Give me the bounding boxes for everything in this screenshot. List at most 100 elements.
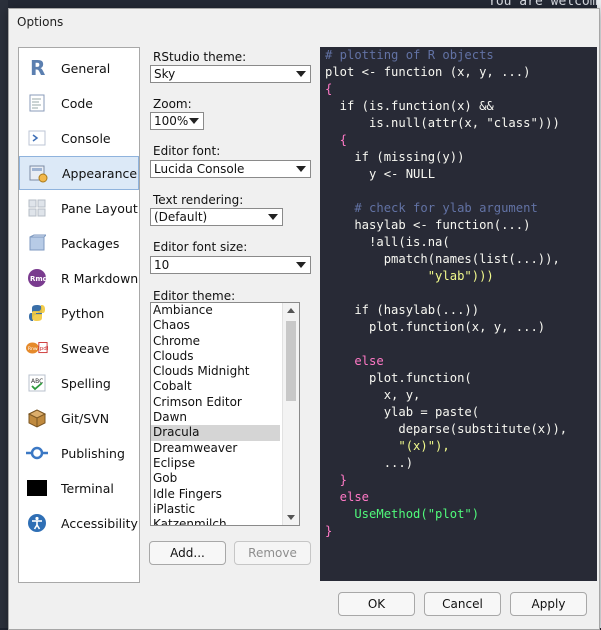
svg-text:R: R	[30, 58, 45, 78]
code-line: # plotting of R objects	[325, 48, 494, 62]
sidebar-item-spelling[interactable]: ABC Spelling	[19, 366, 139, 400]
chevron-down-icon	[296, 262, 306, 268]
cancel-button[interactable]: Cancel	[424, 592, 501, 616]
editor-font-label: Editor font:	[153, 144, 221, 158]
list-item[interactable]: Crimson Editor	[151, 395, 280, 410]
list-item[interactable]: Chaos	[151, 318, 280, 333]
remove-theme-button[interactable]: Remove	[234, 541, 311, 565]
svg-text:pdf: pdf	[40, 346, 48, 352]
sidebar-item-code[interactable]: Code	[19, 86, 139, 120]
r-logo-icon: R	[26, 57, 48, 79]
list-item[interactable]: Idle Fingers	[151, 487, 280, 502]
code-line: if (missing(y))	[325, 150, 465, 164]
list-item[interactable]: Ambiance	[151, 303, 280, 318]
code-line: UseMethod("plot")	[325, 507, 480, 521]
editor-theme-scrollbar[interactable]	[282, 303, 299, 525]
code-line: }	[325, 524, 333, 538]
list-item[interactable]: Dawn	[151, 410, 280, 425]
sidebar-item-label: Accessibility	[61, 515, 138, 531]
sidebar-item-python[interactable]: Python	[19, 296, 139, 330]
background-left-strip	[0, 0, 8, 628]
code-line: ...)	[325, 456, 414, 470]
chevron-down-icon	[296, 166, 306, 172]
sidebar-item-packages[interactable]: Packages	[19, 226, 139, 260]
list-item[interactable]: Clouds	[151, 349, 280, 364]
list-item[interactable]: Eclipse	[151, 456, 280, 471]
rmd-icon: Rmd	[26, 267, 48, 289]
packages-cube-icon	[26, 232, 48, 254]
sidebar-item-r-markdown[interactable]: Rmd R Markdown	[19, 261, 139, 295]
sidebar-item-terminal[interactable]: Terminal	[19, 471, 139, 505]
ok-button[interactable]: OK	[338, 592, 415, 616]
sidebar-item-pane-layout[interactable]: Pane Layout	[19, 191, 139, 225]
dialog-titlebar[interactable]: Options	[9, 9, 599, 33]
code-line: y <- NULL	[325, 167, 436, 181]
code-preview: # plotting of R objects plot <- function…	[325, 47, 567, 540]
apply-button[interactable]: Apply	[510, 592, 587, 616]
code-line: !all(is.na(	[325, 235, 450, 249]
list-item-selected[interactable]: Dracula	[151, 425, 280, 441]
list-item[interactable]: Cobalt	[151, 379, 280, 394]
list-item[interactable]: Katzenmilch	[151, 517, 280, 525]
editor-theme-label: Editor theme:	[153, 289, 236, 303]
code-line: else	[325, 490, 370, 504]
sidebar-item-label: Git/SVN	[61, 410, 110, 426]
code-line: plot.function(	[325, 371, 472, 385]
sidebar-item-general[interactable]: R General	[19, 51, 139, 85]
sidebar-item-appearance[interactable]: Appearance	[19, 156, 139, 190]
add-theme-button[interactable]: Add...	[149, 541, 226, 565]
sidebar-item-label: Publishing	[61, 445, 125, 461]
zoom-select[interactable]: 100%	[150, 112, 204, 130]
list-item[interactable]: Chrome	[151, 334, 280, 349]
rstudio-theme-select[interactable]: Sky	[150, 65, 311, 83]
sidebar-item-console[interactable]: Console	[19, 121, 139, 155]
chevron-down-icon	[296, 71, 306, 77]
scroll-down-arrow-icon[interactable]	[287, 515, 295, 520]
scroll-up-arrow-icon[interactable]	[287, 308, 295, 313]
sidebar-item-label: Pane Layout	[61, 200, 138, 216]
editor-font-select[interactable]: Lucida Console	[150, 160, 311, 178]
sidebar-item-publishing[interactable]: Publishing	[19, 436, 139, 470]
sidebar-item-sweave[interactable]: Rnw pdf Sweave	[19, 331, 139, 365]
terminal-icon	[26, 477, 48, 499]
accessibility-icon	[26, 512, 48, 534]
pane-layout-icon	[26, 197, 48, 219]
publishing-icon	[26, 442, 48, 464]
svg-text:Rmd: Rmd	[30, 275, 47, 283]
list-item[interactable]: Dreamweaver	[151, 441, 280, 456]
code-line: "(x)"),	[325, 439, 450, 453]
sidebar-item-accessibility[interactable]: Accessibility	[19, 506, 139, 540]
sidebar-item-label: Code	[61, 95, 94, 111]
sidebar-item-git-svn[interactable]: Git/SVN	[19, 401, 139, 435]
sidebar-item-label: Sweave	[61, 340, 110, 356]
editor-font-size-select[interactable]: 10	[150, 256, 311, 274]
sidebar-item-label: Spelling	[61, 375, 111, 391]
chevron-down-icon	[189, 118, 199, 124]
code-line: # check for ylab argument	[325, 201, 538, 215]
sidebar-item-label: Appearance	[62, 165, 138, 181]
appearance-palette-icon	[27, 162, 49, 184]
editor-font-size-value: 10	[154, 258, 170, 272]
options-sidebar: R General Code Console Appearance Pane L…	[18, 47, 140, 583]
scrollbar-thumb[interactable]	[286, 321, 296, 401]
list-item[interactable]: Gob	[151, 471, 280, 486]
code-line: "ylab")))	[325, 269, 494, 283]
editor-theme-list[interactable]: Ambiance Chaos Chrome Clouds Clouds Midn…	[150, 302, 300, 526]
text-rendering-select[interactable]: (Default)	[150, 208, 283, 226]
sidebar-item-label: Terminal	[61, 480, 114, 496]
text-rendering-label: Text rendering:	[153, 193, 244, 207]
list-item[interactable]: iPlastic	[151, 502, 280, 517]
code-line: if (is.function(x) &&	[325, 99, 494, 113]
dialog-title: Options	[17, 15, 64, 29]
sidebar-item-label: General	[61, 60, 111, 76]
python-icon	[26, 302, 48, 324]
svg-text:Rnw: Rnw	[28, 346, 38, 352]
rstudio-theme-label: RStudio theme:	[153, 50, 247, 64]
console-prompt-icon	[26, 127, 48, 149]
text-rendering-value: (Default)	[154, 210, 208, 224]
chevron-down-icon	[268, 214, 278, 220]
list-item[interactable]: Clouds Midnight	[151, 364, 280, 379]
code-line: ylab = paste(	[325, 405, 480, 419]
sidebar-item-label: Python	[61, 305, 105, 321]
spelling-abc-icon: ABC	[26, 372, 48, 394]
